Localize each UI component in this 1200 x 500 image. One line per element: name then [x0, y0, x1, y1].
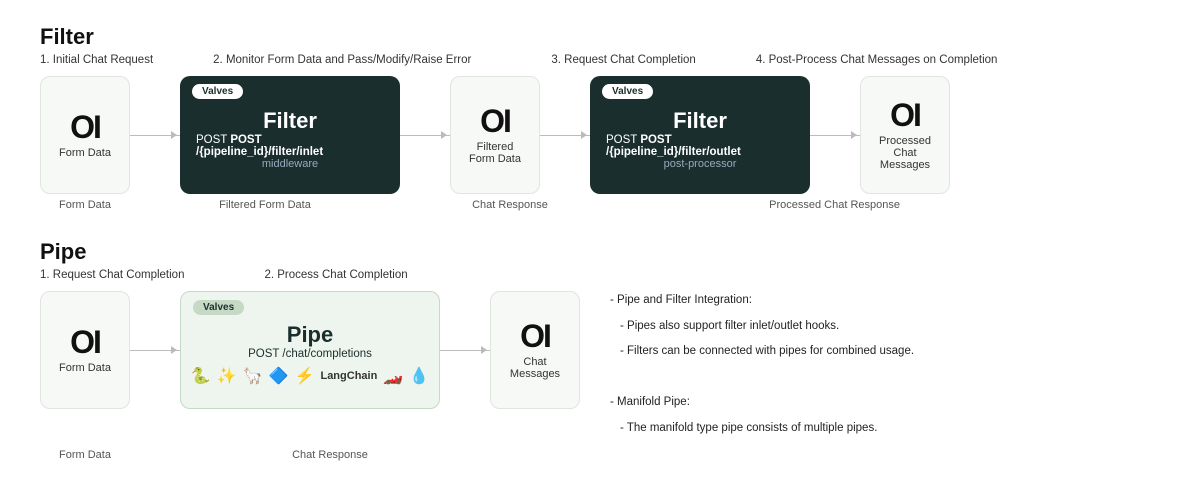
filter-outlet-route: POST POST /{pipeline_id}/filter/outlet: [606, 134, 794, 158]
filter-processed-logo: OI: [890, 99, 920, 131]
filter-form-data-label: Form Data: [59, 147, 111, 159]
filter-processed-label: Processed Chat Messages: [877, 135, 933, 171]
filter-outlet-valves: Valves: [602, 84, 653, 99]
filter-filtered-form-data-box: OI Filtered Form Data: [450, 76, 540, 194]
pipe-diagram: OI Form Data Valves Pipe POST /chat/comp…: [40, 291, 580, 409]
filter-outlet-sub: post-processor: [664, 158, 737, 170]
info-spacer: [610, 368, 920, 388]
pipe-content: OI Form Data Valves Pipe POST /chat/comp…: [40, 291, 1160, 444]
filter-outlet-box: Valves Filter POST POST /{pipeline_id}/f…: [590, 76, 810, 194]
filter-label-form-data: Form Data: [40, 199, 130, 211]
pipe-chat-messages-box: OI Chat Messages: [490, 291, 580, 409]
filter-step-4: 4. Post-Process Chat Messages on Complet…: [756, 54, 998, 66]
pipe-icons: 🐍 ✨ 🦙 🔷 ⚡ LangChain 🏎️ 💧: [191, 366, 429, 386]
filter-title: Filter: [40, 24, 1160, 50]
filter-form-data-logo: OI: [70, 111, 100, 143]
pipe-chat-messages-logo: OI: [520, 320, 550, 352]
filter-inlet-box: Valves Filter POST POST /{pipeline_id}/f…: [180, 76, 400, 194]
langchain-label: LangChain: [320, 370, 377, 382]
racing-icon: 🏎️: [383, 366, 403, 386]
filter-bottom-labels: Form Data Filtered Form Data Chat Respon…: [40, 199, 910, 211]
pipe-chat-messages-label: Chat Messages: [507, 356, 563, 380]
pipe-arrow-2: [440, 350, 490, 351]
filter-step-3: 3. Request Chat Completion: [551, 54, 695, 66]
python-icon: 🐍: [191, 366, 211, 386]
info-line-5: - The manifold type pipe consists of mul…: [610, 419, 920, 439]
filter-label-filtered-form-data: Filtered Form Data: [130, 199, 400, 211]
filter-processed-chat-box: OI Processed Chat Messages: [860, 76, 950, 194]
pipe-step-2: 2. Process Chat Completion: [264, 269, 407, 281]
water-icon: 💧: [409, 366, 429, 386]
filter-inlet-title: Filter: [263, 108, 317, 134]
pipe-form-data-logo: OI: [70, 326, 100, 358]
pipe-step-labels: 1. Request Chat Completion 2. Process Ch…: [40, 269, 1160, 281]
filter-inlet-sub: middleware: [262, 158, 318, 170]
filter-arrow-1: [130, 135, 180, 136]
filter-arrow-3: [540, 135, 590, 136]
pipe-valves-badge: Valves: [193, 300, 244, 315]
filter-step-2: 2. Monitor Form Data and Pass/Modify/Rai…: [213, 54, 471, 66]
pipe-title: Pipe: [40, 239, 1160, 265]
pipe-step-1: 1. Request Chat Completion: [40, 269, 184, 281]
pipe-pipe-box: Valves Pipe POST /chat/completions 🐍 ✨ 🦙…: [180, 291, 440, 409]
filter-filtered-logo: OI: [480, 105, 510, 137]
blue-icon: 🔷: [269, 366, 289, 386]
pipe-form-data-box: OI Form Data: [40, 291, 130, 409]
info-line-4: - Manifold Pipe:: [610, 393, 920, 413]
pipe-section: Pipe 1. Request Chat Completion 2. Proce…: [40, 239, 1160, 461]
pipe-bottom-labels: Form Data Chat Response: [40, 449, 600, 461]
filter-inlet-valves: Valves: [192, 84, 243, 99]
pipe-label-form-data: Form Data: [40, 449, 130, 461]
filter-arrow-4: [810, 135, 860, 136]
pipe-arrow-1: [130, 350, 180, 351]
filter-label-processed-chat-response: Processed Chat Response: [620, 199, 900, 211]
filter-inlet-route: POST POST /{pipeline_id}/filter/inlet: [196, 134, 384, 158]
llama-icon: 🦙: [243, 366, 263, 386]
filter-step-labels: 1. Initial Chat Request 2. Monitor Form …: [40, 54, 1160, 66]
info-line-2: - Filters can be connected with pipes fo…: [610, 342, 920, 362]
filter-step-1: 1. Initial Chat Request: [40, 54, 153, 66]
pipe-form-data-label: Form Data: [59, 362, 111, 374]
filter-label-chat-response: Chat Response: [400, 199, 620, 211]
filter-form-data-box: OI Form Data: [40, 76, 130, 194]
pipe-label-chat-response: Chat Response: [130, 449, 530, 461]
bolt-icon: ⚡: [295, 366, 315, 386]
openai-icon: ✨: [217, 366, 237, 386]
filter-arrow-2: [400, 135, 450, 136]
pipe-info-panel: - Pipe and Filter Integration: - Pipes a…: [580, 291, 920, 444]
info-line-1: - Pipes also support filter inlet/outlet…: [610, 317, 920, 337]
filter-outlet-title: Filter: [673, 108, 727, 134]
pipe-box-title: Pipe: [287, 322, 333, 348]
filter-filtered-label: Filtered Form Data: [469, 141, 521, 165]
filter-section: Filter 1. Initial Chat Request 2. Monito…: [40, 24, 1160, 211]
pipe-box-route: POST /chat/completions: [248, 348, 372, 360]
info-line-0: - Pipe and Filter Integration:: [610, 291, 920, 311]
